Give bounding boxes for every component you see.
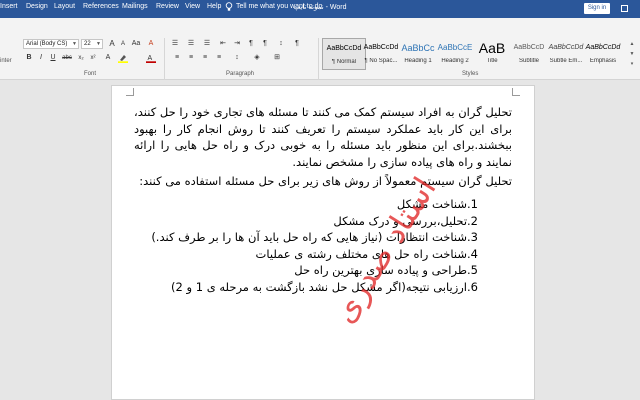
chevron-down-icon[interactable]: ▼: [627, 49, 637, 59]
text-effects-icon[interactable]: A: [103, 53, 113, 63]
font-size-combo[interactable]: 22 ▼: [81, 39, 103, 49]
rtl-direction-icon[interactable]: ¶: [260, 39, 270, 49]
list-item: 4.شناخت راه حل های مختلف رشته ی عملیات: [255, 246, 478, 261]
borders-icon[interactable]: ⊞: [272, 53, 282, 63]
styles-gallery-scroll[interactable]: ▲ ▼ ▾: [627, 39, 637, 71]
list-item: 2.تحلیل،بررسی و درک مشکل: [333, 213, 478, 228]
paragraph-intro: تحلیل گران به افراد سیستم کمک می کنند تا…: [134, 105, 512, 169]
show-marks-icon[interactable]: ¶: [292, 39, 302, 49]
bullets-icon[interactable]: ☰: [170, 39, 180, 49]
justify-icon[interactable]: ≡: [214, 53, 224, 63]
tab-references[interactable]: References: [83, 3, 119, 10]
clear-formatting-icon[interactable]: A: [146, 39, 156, 49]
sort-icon[interactable]: ↕: [276, 39, 286, 49]
style-name: Emphasis: [589, 58, 617, 64]
highlight-icon[interactable]: [118, 53, 128, 63]
tab-layout[interactable]: Layout: [54, 3, 75, 10]
ltr-direction-icon[interactable]: ¶: [246, 39, 256, 49]
multilevel-list-icon[interactable]: ☰: [202, 39, 212, 49]
more-styles-icon[interactable]: ▾: [627, 59, 637, 69]
list-item: 6.ارزیابی نتیجه(اگر مشکل حل نشد بازگشت ب…: [171, 279, 478, 294]
ribbon: inter Arial (Body CS) ▼ 22 ▼ A A Aa A B …: [0, 18, 640, 80]
font-name-value: Arial (Body CS): [26, 41, 68, 47]
tab-mailings[interactable]: Mailings: [122, 3, 148, 10]
increase-indent-icon[interactable]: ⇥: [232, 39, 242, 49]
svg-text:A: A: [148, 55, 153, 62]
style-emphasis[interactable]: AaBbCcDd Emphasis: [581, 38, 625, 70]
font-size-value: 22: [84, 41, 91, 47]
list-item: 3.شناخت انتظارات (نیاز هایی که راه حل با…: [151, 230, 478, 245]
decrease-indent-icon[interactable]: ⇤: [218, 39, 228, 49]
tab-design[interactable]: Design: [26, 3, 48, 10]
numbering-icon[interactable]: ☰: [186, 39, 196, 49]
shrink-font-icon[interactable]: A: [118, 39, 128, 49]
tab-review[interactable]: Review: [156, 3, 179, 10]
subscript-button[interactable]: x₂: [76, 53, 86, 63]
grow-font-icon[interactable]: A: [107, 39, 117, 49]
chevron-up-icon[interactable]: ▲: [627, 39, 637, 49]
font-color-icon[interactable]: A: [146, 53, 156, 63]
align-left-icon[interactable]: ≡: [172, 53, 182, 63]
underline-button[interactable]: U: [48, 53, 58, 63]
chevron-down-icon[interactable]: ▼: [72, 40, 77, 48]
margin-corner-mark: [126, 88, 134, 96]
title-bar: نمونه تایپ - Word Insert Design Layout R…: [0, 0, 640, 18]
italic-button[interactable]: I: [36, 53, 46, 63]
tab-insert[interactable]: Insert: [0, 3, 18, 10]
bold-button[interactable]: B: [24, 53, 34, 63]
document-page[interactable]: تحلیل گران به افراد سیستم کمک می کنند تا…: [111, 85, 535, 400]
sign-in-button[interactable]: Sign in: [584, 3, 610, 14]
shading-icon[interactable]: ◈: [252, 53, 262, 63]
strikethrough-button[interactable]: abc: [62, 53, 72, 63]
group-separator: [164, 38, 165, 80]
tab-view[interactable]: View: [185, 3, 200, 10]
document-body[interactable]: تحلیل گران به افراد سیستم کمک می کنند تا…: [134, 104, 512, 296]
numbered-list: 1.شناخت مشکل 2.تحلیل،بررسی و درک مشکل 3.…: [134, 196, 478, 296]
line-spacing-icon[interactable]: ↕: [232, 53, 242, 63]
change-case-icon[interactable]: Aa: [131, 39, 141, 49]
paragraph-methods: تحلیل گران سیستم معمولاً از روش های زیر …: [139, 174, 512, 189]
ribbon-side-label: inter: [0, 58, 12, 64]
font-color-swatch: [146, 61, 156, 63]
list-item: 5.طراحی و پیاده سازی بهترین راه حل: [294, 263, 478, 278]
margin-corner-mark: [512, 88, 520, 96]
restore-window-icon[interactable]: [621, 5, 628, 12]
tell-me-search[interactable]: Tell me what you want to do: [236, 3, 322, 10]
group-label-font: Font: [84, 71, 97, 77]
list-item: 1.شناخت مشکل: [396, 196, 478, 211]
group-label-styles: Styles: [462, 71, 479, 77]
font-name-combo[interactable]: Arial (Body CS) ▼: [23, 39, 79, 49]
align-center-icon[interactable]: ≡: [186, 53, 196, 63]
superscript-button[interactable]: x²: [88, 53, 98, 63]
highlight-swatch: [118, 61, 128, 63]
group-label-paragraph: Paragraph: [226, 71, 255, 77]
style-sample: AaBbCcDd: [585, 44, 621, 51]
tab-help[interactable]: Help: [207, 3, 221, 10]
align-right-icon[interactable]: ≡: [200, 53, 210, 63]
lightbulb-icon: [225, 2, 233, 11]
group-separator: [318, 38, 319, 80]
chevron-down-icon[interactable]: ▼: [96, 40, 101, 48]
